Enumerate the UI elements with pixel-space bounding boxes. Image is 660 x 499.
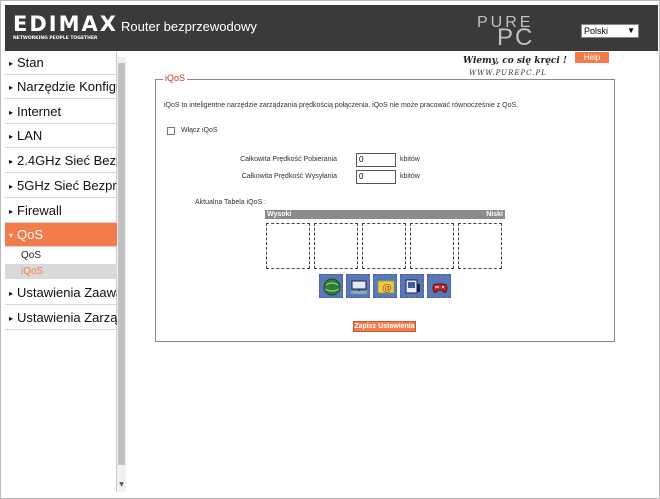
sidebar-item-label: 2.4GHz Sieć Bezprzewodowa [17,153,117,168]
language-value: Polski [584,26,609,36]
sidebar-item-wifi-5ghz[interactable]: ▸5GHz Sieć Bezprzewodowa [5,174,117,198]
sidebar-nav: ▸Stan ▸Narzędzie Konfiguracji ▸Internet … [5,51,117,492]
iqos-description: iQoS to inteligentne narzędzie zarządzan… [164,102,519,109]
voip-icon[interactable] [400,274,424,298]
scroll-down-icon[interactable]: ▼ [118,481,125,489]
priority-slot[interactable] [314,223,358,269]
svg-text:@: @ [382,283,392,294]
enable-iqos-checkbox[interactable] [167,127,175,135]
panel-title: iQoS [163,73,188,83]
sidebar-item-wifi-24ghz[interactable]: ▸2.4GHz Sieć Bezprzewodowa [5,149,117,173]
sidebar-item-stan[interactable]: ▸ Stan [5,51,117,75]
caret-down-icon: ▾ [9,230,14,240]
caret-right-icon: ▸ [9,131,14,141]
priority-high-label: Wysoki [267,211,292,218]
sidebar-item-lan[interactable]: ▸ LAN [5,124,117,148]
sidebar-scrollbar[interactable]: ▼ [117,57,126,492]
logo-tagline: NETWORKING PEOPLE TOGETHER [13,36,98,41]
sidebar-item-label: Ustawienia Zarządzania [17,310,117,325]
sidebar-subitem-iqos[interactable]: iQoS [5,264,117,279]
save-settings-button[interactable]: Zapisz Ustawienia [353,321,416,332]
sidebar-item-label: Firewall [17,203,62,218]
sidebar-item-label: LAN [17,128,43,143]
caret-right-icon: ▸ [9,156,14,166]
edimax-logo: EDIMAX NETWORKING PEOPLE TOGETHER [13,14,116,44]
sidebar-item-narzedzie-konfiguracji[interactable]: ▸Narzędzie Konfiguracji [5,75,117,99]
iqos-table-caption: Aktualna Tabela iQoS : [195,199,267,206]
email-icon[interactable]: @ [373,274,397,298]
caret-right-icon: ▸ [9,82,14,92]
enable-iqos-label: Włącz iQoS [181,127,218,134]
sidebar-item-internet[interactable]: ▸ Internet [5,100,117,124]
scrollbar-thumb[interactable] [118,63,125,465]
priority-slot[interactable] [410,223,454,269]
help-button[interactable]: Help [575,52,609,63]
sidebar-item-qos[interactable]: ▾ QoS [5,223,117,247]
globe-icon[interactable] [319,274,343,298]
purepc-watermark: PURE PC [477,15,535,51]
caret-right-icon: ▸ [9,107,14,117]
sidebar-item-label: Stan [17,55,44,70]
browser-frame: EDIMAX NETWORKING PEOPLE TOGETHER Router… [0,0,660,499]
watermark-bottom: PC [497,24,535,51]
upload-unit: kbitów [400,173,420,180]
sidebar-item-label: Narzędzie Konfiguracji [17,79,117,94]
sidebar-item-ustawienia-zarzadzania[interactable]: ▸Ustawienia Zarządzania [5,306,117,330]
caret-right-icon: ▸ [9,58,14,68]
download-speed-input[interactable]: 0 [356,153,396,167]
upload-speed-label: Całkowita Prędkość Wysyłania [241,173,337,180]
priority-slot[interactable] [362,223,406,269]
gamepad-icon[interactable] [427,274,451,298]
purepc-url: WWW.PUREPC.PL [469,69,547,77]
network-icon[interactable] [346,274,370,298]
download-unit: kbitów [400,156,420,163]
sidebar-item-ustawienia-zaawansowane[interactable]: ▸Ustawienia Zaawansowane [5,281,117,305]
caret-right-icon: ▸ [9,206,14,216]
priority-low-label: Niski [486,211,503,218]
sidebar-subitem-qos[interactable]: QoS [5,248,117,263]
header-bar: EDIMAX NETWORKING PEOPLE TOGETHER Router… [5,5,658,51]
priority-slot[interactable] [266,223,310,269]
sidebar-item-label: QoS [17,227,44,242]
iqos-table-header: Wysoki Niski [265,210,505,219]
logo-brand: EDIMAX [13,12,118,36]
sidebar-item-label: 5GHz Sieć Bezprzewodowa [17,178,117,193]
priority-slot[interactable] [458,223,502,269]
sidebar-item-label: Internet [17,104,62,119]
dropdown-arrow-icon: ▼ [627,26,635,35]
download-speed-label: Całkowita Prędkość Pobierania [240,156,337,163]
caret-right-icon: ▸ [9,288,14,298]
upload-speed-input[interactable]: 0 [356,170,396,184]
sidebar-item-label: Ustawienia Zaawansowane [17,285,117,300]
iqos-priority-table: Wysoki Niski [265,210,505,271]
caret-right-icon: ▸ [9,181,14,191]
purepc-slogan: Wiemy, co się kręci ! [463,56,567,66]
sidebar-item-firewall[interactable]: ▸ Firewall [5,199,117,223]
caret-right-icon: ▸ [9,313,14,323]
language-select[interactable]: Polski ▼ [581,24,639,38]
app-title: Router bezprzewodowy [121,19,257,34]
